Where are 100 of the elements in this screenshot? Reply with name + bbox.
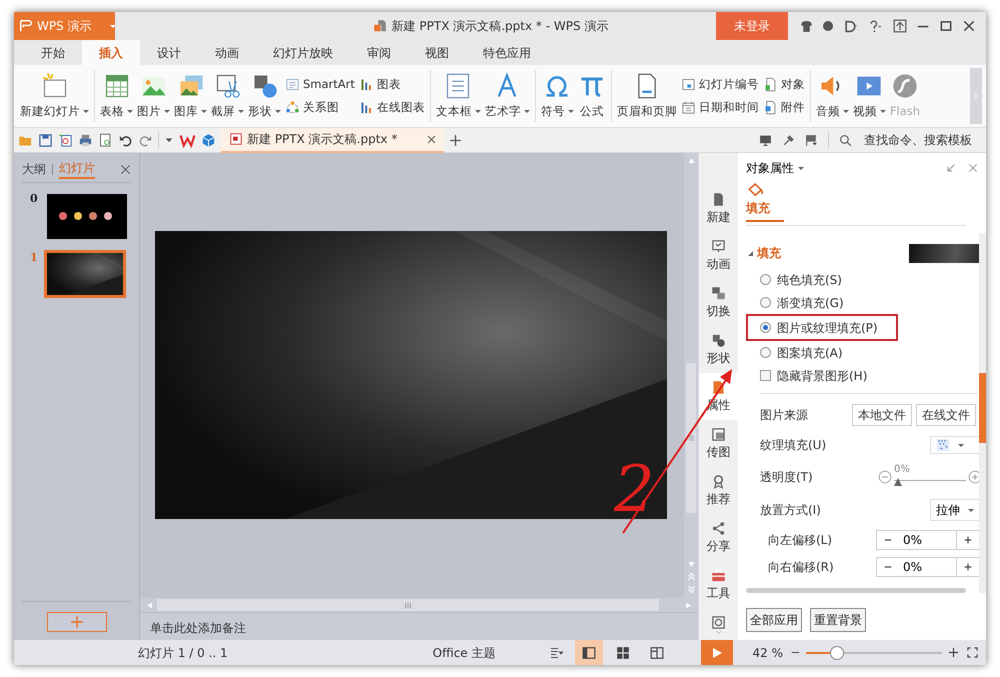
help-icon[interactable] (868, 20, 884, 32)
search-field[interactable]: 查找命令、搜索模板 (862, 130, 982, 150)
ribbon-button[interactable]: 附件 (760, 98, 807, 118)
minus-icon[interactable] (878, 470, 892, 484)
action-button[interactable]: 全部应用 (746, 608, 802, 632)
print-icon[interactable] (78, 132, 93, 148)
action-button[interactable]: 重置背景 (810, 608, 866, 632)
bar-chart-icon (358, 76, 374, 92)
radio-button[interactable] (760, 347, 771, 358)
logo-icon[interactable] (179, 132, 196, 148)
side-tab[interactable]: 形状 (698, 326, 738, 373)
ribbon-button[interactable]: 视频 (850, 70, 888, 122)
fill-tab[interactable]: 填充 (746, 181, 784, 222)
wrench-icon[interactable] (782, 134, 795, 146)
radio-label[interactable]: 图案填充(A) (777, 344, 843, 362)
slider-thumb[interactable] (894, 478, 902, 486)
radio-label[interactable]: 渐变填充(G) (777, 294, 844, 312)
export-icon[interactable] (58, 132, 73, 148)
dock-icon[interactable] (946, 163, 956, 173)
ribbon-button[interactable]: 表格 (98, 70, 135, 122)
radio-label[interactable]: 纯色填充(S) (777, 270, 842, 288)
flag-icon[interactable] (805, 134, 818, 146)
panel-tab[interactable]: 大纲 (22, 160, 46, 178)
menu-tab[interactable]: 设计 (140, 40, 198, 65)
checkbox[interactable] (760, 370, 771, 381)
search-icon[interactable] (839, 134, 852, 146)
menu-tab[interactable]: 插入 (82, 40, 140, 65)
close-icon[interactable] (120, 164, 131, 174)
ribbon-button[interactable]: SmartArt (283, 74, 357, 94)
slideshow-button[interactable] (700, 640, 732, 665)
ribbon-button[interactable]: 公式 (576, 70, 608, 122)
slider-thumb[interactable] (830, 646, 844, 660)
shirt-icon[interactable] (800, 20, 813, 32)
ribbon-button[interactable]: 截屏 (209, 70, 246, 122)
close-icon[interactable] (962, 19, 976, 33)
ribbon-button[interactable]: 图表 (356, 74, 427, 94)
section-header[interactable]: 填充 (748, 244, 781, 262)
menu-tab[interactable]: 视图 (408, 40, 466, 65)
ribbon-button[interactable]: 音频 (814, 70, 851, 122)
side-tab[interactable]: 推荐 (698, 467, 738, 514)
menu-tab[interactable]: 幻灯片放映 (256, 40, 350, 65)
restore-ribbon-icon[interactable] (893, 19, 907, 33)
scrollbar-thumb[interactable] (157, 599, 659, 611)
print-preview-icon[interactable] (98, 132, 113, 148)
ribbon-button[interactable]: 关系图 (283, 98, 357, 118)
radio-button[interactable] (760, 274, 771, 285)
chat-icon[interactable] (822, 20, 834, 32)
save-icon[interactable] (38, 132, 53, 148)
document-tab[interactable]: 新建 PPTX 演示文稿.pptx * (221, 128, 444, 152)
panel-title-menu[interactable]: 对象属性 (746, 159, 804, 177)
cube-icon[interactable] (201, 132, 216, 148)
offset-field[interactable]: 0% (876, 530, 980, 550)
ribbon-button[interactable]: 页眉和页脚 (614, 70, 679, 122)
slide-thumbnail[interactable] (44, 191, 130, 242)
scrollbar-thumb[interactable] (686, 363, 696, 513)
caret-icon (474, 110, 481, 113)
placement-dropdown[interactable]: 拉伸 (930, 499, 980, 521)
plus-icon[interactable] (948, 647, 959, 658)
ribbon-button[interactable]: 形状 (246, 70, 283, 122)
ribbon-button[interactable]: 在线图表 (356, 98, 427, 118)
notes-placeholder[interactable]: 单击此处添加备注 (140, 612, 698, 640)
side-tab[interactable]: 传图 (698, 420, 738, 467)
side-tab[interactable]: 动画 (698, 232, 738, 279)
ribbon-button[interactable]: 文本框 (434, 70, 483, 122)
texture-dropdown[interactable] (930, 436, 980, 454)
ribbon-button[interactable]: 日期和时间 (678, 98, 761, 118)
menu-tab[interactable]: 审阅 (350, 40, 408, 65)
close-icon[interactable] (968, 163, 978, 173)
side-tab[interactable]: 新建 (698, 185, 738, 232)
file-source-button[interactable]: 在线文件 (916, 404, 976, 426)
ribbon-button[interactable]: 图片 (135, 70, 172, 122)
scrollbar[interactable] (979, 233, 986, 593)
ribbon-button[interactable]: 幻灯片编号 (678, 74, 761, 94)
menu-tab[interactable]: 特色应用 (466, 40, 548, 65)
offset-field[interactable]: 0% (876, 556, 980, 576)
backup-icon[interactable] (711, 615, 726, 630)
side-tab[interactable]: 切换 (698, 279, 738, 326)
monitor-icon[interactable] (759, 134, 772, 146)
scrollbar-thumb[interactable] (979, 373, 986, 443)
ribbon-button[interactable]: 符号 (538, 70, 576, 122)
transparency-slider[interactable]: 0% (894, 465, 966, 489)
ribbon-button[interactable]: 艺术字 (482, 70, 532, 122)
fit-window-icon[interactable] (967, 647, 978, 658)
menu-tab[interactable]: 开始 (24, 40, 82, 65)
maximize-icon[interactable] (939, 19, 953, 33)
slide-thumbnail[interactable] (44, 250, 126, 298)
plus-icon[interactable] (449, 134, 462, 146)
radio-button[interactable] (760, 297, 771, 308)
radio-button[interactable] (760, 322, 771, 333)
file-source-button[interactable]: 本地文件 (852, 404, 912, 426)
radio-label[interactable]: 图片或纹理填充(P) (777, 318, 878, 336)
ribbon-button[interactable]: 新建幻灯片 (18, 70, 91, 122)
menu-tab[interactable]: 动画 (198, 40, 256, 65)
close-icon[interactable] (427, 134, 436, 144)
scroll-down-icon[interactable] (714, 630, 724, 636)
ribbon-button[interactable]: 图库 (172, 70, 209, 122)
ribbon-button[interactable]: 对象 (760, 74, 807, 94)
horizontal-scrollbar[interactable] (746, 588, 966, 593)
checkbox-label[interactable]: 隐藏背景图形(H) (777, 366, 868, 384)
view-button[interactable] (574, 640, 602, 665)
